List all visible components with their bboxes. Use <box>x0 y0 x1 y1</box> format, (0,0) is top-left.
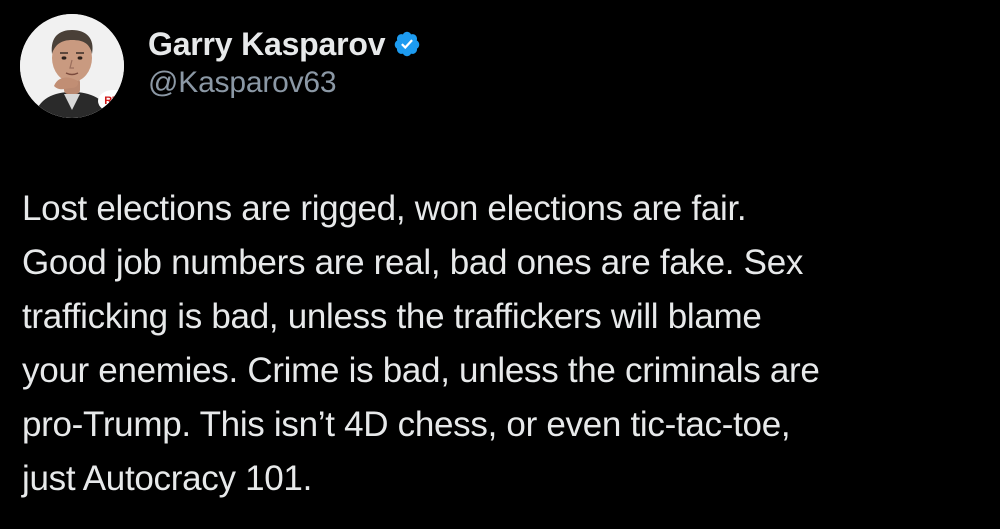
avatar-badge: RDI <box>98 90 124 112</box>
tweet-text: Lost elections are rigged, won elections… <box>22 189 820 498</box>
verified-badge-icon <box>393 30 421 58</box>
name-row: Garry Kasparov <box>148 24 421 64</box>
tweet-card: RDI Garry Kasparov @Kasparov63 Lost elec… <box>0 0 1000 529</box>
tweet-header: RDI Garry Kasparov @Kasparov63 <box>20 14 421 124</box>
author-handle[interactable]: @Kasparov63 <box>148 66 421 100</box>
avatar[interactable]: RDI <box>20 14 124 118</box>
author-names: Garry Kasparov @Kasparov63 <box>148 24 421 100</box>
author-display-name[interactable]: Garry Kasparov <box>148 26 386 63</box>
